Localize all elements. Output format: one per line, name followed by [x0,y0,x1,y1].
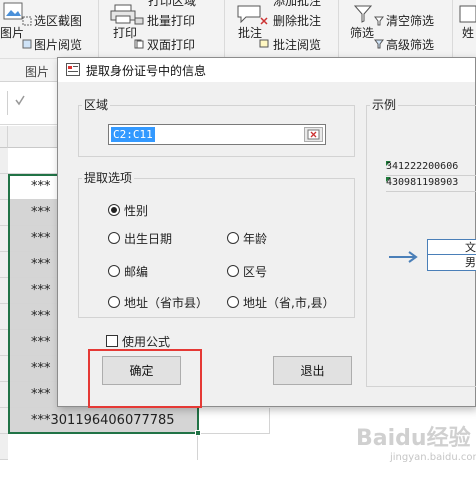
radio-district-label: 区号 [243,264,268,279]
picture-view-icon [22,38,32,49]
watermark: Baidu经验 [356,426,471,451]
clear-filter-button[interactable]: 清空筛选 [386,12,434,29]
add-comment-button[interactable]: 添加批注 [273,0,321,9]
radio-gender-dot[interactable] [108,204,120,216]
range-value: C2:C11 [111,127,155,142]
ribbon-separator [98,0,99,58]
radio-age-label: 年龄 [243,231,268,246]
radio-postcode-label: 邮编 [124,264,149,279]
extract-id-info-dialog: 提取身份证号中的信息 区域 C2:C11 提取选项 性别 出生日期 年龄 邮编 … [57,57,476,407]
row-header[interactable] [0,356,8,382]
radio-address-compact[interactable]: 地址（省市县） [108,293,208,311]
options-group-label: 提取选项 [82,171,135,185]
radio-address-split-dot[interactable] [227,296,239,308]
row-header[interactable] [0,252,8,278]
cancel-icon[interactable] [14,93,26,107]
radio-gender[interactable]: 性别 [108,201,148,219]
view-comment-icon [259,38,269,48]
ribbon-separator [338,0,339,58]
row-header[interactable] [0,174,8,200]
group-label-picture: 图片 [25,65,50,79]
radio-birthdate[interactable]: 出生日期 [108,229,172,247]
table-cell[interactable] [198,408,270,434]
exit-button[interactable]: 退出 [273,356,352,385]
example-output-row: 男 [465,256,476,269]
radio-postcode-dot[interactable] [108,265,120,277]
radio-district-dot[interactable] [227,265,239,277]
name-button[interactable]: 姓 [462,24,474,41]
watermark-url: jingyan.baidu.com [390,452,476,463]
use-formula-box[interactable] [106,335,118,347]
example-id-2: 430981198903 [386,177,476,192]
batch-print-icon [134,15,144,25]
advanced-filter-button[interactable]: 高级筛选 [386,36,434,53]
range-group-label: 区域 [82,98,111,112]
advanced-filter-icon [374,38,384,49]
row-header[interactable] [0,304,8,330]
ribbon-separator [224,0,225,58]
radio-age-dot[interactable] [227,232,239,244]
row-header[interactable] [0,330,8,356]
ribbon-separator [452,0,453,58]
radio-address-compact-dot[interactable] [108,296,120,308]
select-screenshot-button[interactable]: 选区截图 [34,12,82,29]
radio-address-split[interactable]: 地址（省,市,县） [227,293,335,311]
delete-comment-icon [259,15,269,25]
filter-button[interactable]: 筛选 [350,24,374,41]
radio-district[interactable]: 区号 [227,262,267,280]
example-group-label: 示例 [370,98,399,112]
name-box[interactable] [0,91,8,115]
picture-icon[interactable] [3,2,23,20]
fill-handle[interactable] [195,430,201,436]
view-comment-button[interactable]: 批注阅览 [273,36,321,53]
duplex-print-button[interactable]: 双面打印 [147,36,195,53]
range-select-button[interactable] [304,127,323,142]
table-cell[interactable]: ***301196406077785 [8,408,198,434]
batch-print-button[interactable]: 批量打印 [147,12,195,29]
example-output-table: 文 男 [427,239,476,271]
row-header[interactable] [0,278,8,304]
duplex-print-icon [134,38,144,49]
radio-postcode[interactable]: 邮编 [108,262,148,280]
print-area-button[interactable]: 打印区域 [148,0,196,9]
table-cell[interactable] [8,434,198,460]
row-header[interactable] [0,226,8,252]
example-output-row: 文 [428,240,476,255]
radio-age[interactable]: 年龄 [227,229,267,247]
use-formula-label: 使用公式 [122,334,171,349]
range-input[interactable]: C2:C11 [108,124,326,145]
row-header[interactable] [0,148,8,174]
row-header[interactable] [0,200,8,226]
printer-icon[interactable] [110,4,136,24]
radio-address-compact-label: 地址（省市县） [124,295,209,310]
arrow-icon [388,251,418,263]
delete-comment-button[interactable]: 删除批注 [273,12,321,29]
row-header[interactable] [0,408,8,434]
row-header[interactable] [0,382,8,408]
use-formula-checkbox[interactable]: 使用公式 [106,332,170,350]
radio-gender-label: 性别 [124,203,149,218]
ok-button[interactable]: 确定 [102,356,181,385]
dialog-titlebar[interactable]: 提取身份证号中的信息 [58,58,475,82]
name-icon[interactable] [459,4,476,24]
app-icon [66,63,80,76]
radio-birthdate-dot[interactable] [108,232,120,244]
radio-address-split-label: 地址（省,市,县） [243,295,335,310]
picture-view-button[interactable]: 图片阅览 [34,36,82,53]
column-header-a [0,126,8,148]
screenshot-icon [22,15,32,26]
radio-birthdate-label: 出生日期 [124,231,173,246]
filter-icon[interactable] [353,4,373,24]
row-header[interactable] [0,434,8,460]
example-id-1: 341222200606 [386,161,476,176]
clear-filter-icon [374,15,384,26]
dialog-title: 提取身份证号中的信息 [86,64,207,78]
picture-button[interactable]: 图片 [0,24,24,41]
